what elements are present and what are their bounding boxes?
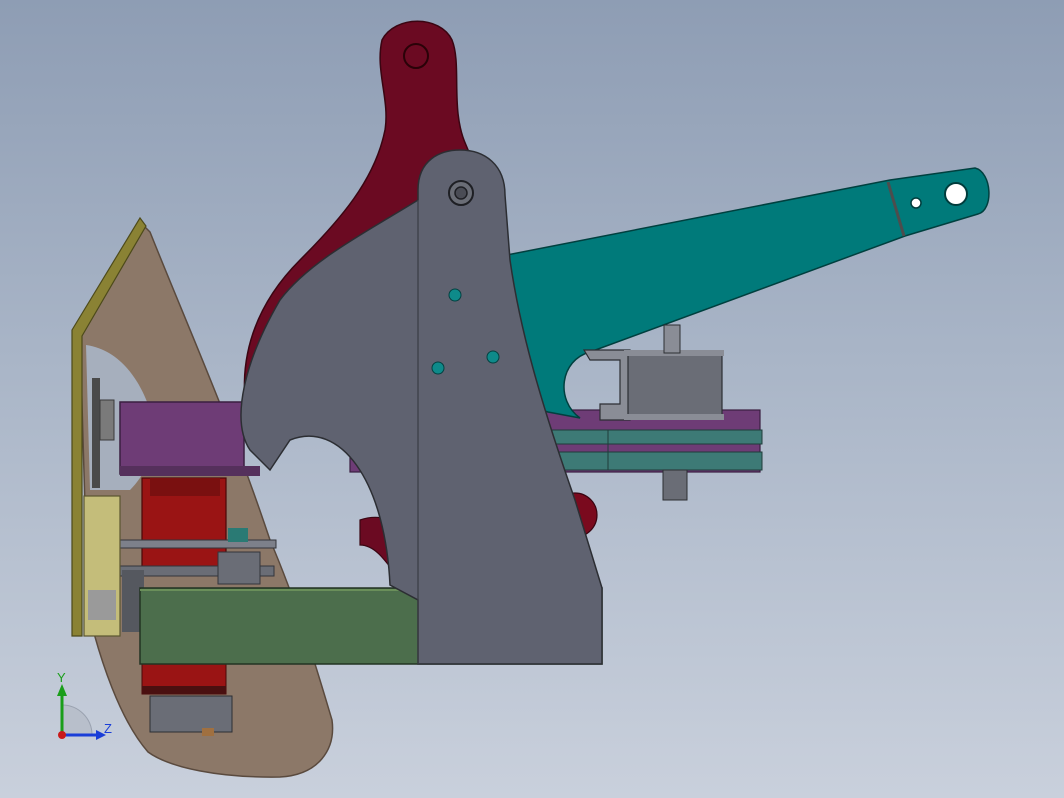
triad-quadrant: [61, 704, 93, 736]
teal-clip: [228, 528, 248, 542]
triad-z-label: Z: [104, 721, 112, 736]
arm-roller-pin: [663, 324, 681, 354]
side-plate-pivot-inner: [454, 186, 468, 200]
arm-hole-large: [944, 182, 968, 206]
plate-hole-teal-3: [486, 350, 500, 364]
spring-plate: [142, 686, 226, 694]
left-roller-hub: [88, 590, 116, 620]
purple-block: [119, 401, 245, 475]
plate-hole-teal-2: [431, 361, 445, 375]
crank-pivot-hole: [403, 43, 429, 69]
coordinate-triad: Y Z: [57, 670, 112, 740]
arm-roller: [627, 351, 723, 419]
graphics-viewport[interactable]: Y Z: [0, 0, 1064, 798]
bottom-roller-pin: [202, 728, 214, 736]
arm-roller-flange-bottom: [624, 414, 724, 420]
purple-shaft-top: [120, 466, 260, 476]
latch-bar: [92, 378, 100, 488]
cad-assembly-model[interactable]: [0, 0, 1064, 798]
rail-stud: [662, 469, 688, 501]
triad-y-label: Y: [57, 670, 66, 685]
spring-cap: [150, 478, 220, 496]
bottom-roller: [149, 695, 233, 733]
triad-y-arrow: [57, 684, 67, 696]
triad-origin: [58, 731, 66, 739]
plate-hole-teal-1: [448, 288, 462, 302]
arm-hole-small: [910, 197, 922, 209]
small-bracket: [217, 551, 261, 585]
rod-upper: [115, 539, 277, 549]
latch-bracket: [99, 399, 115, 441]
